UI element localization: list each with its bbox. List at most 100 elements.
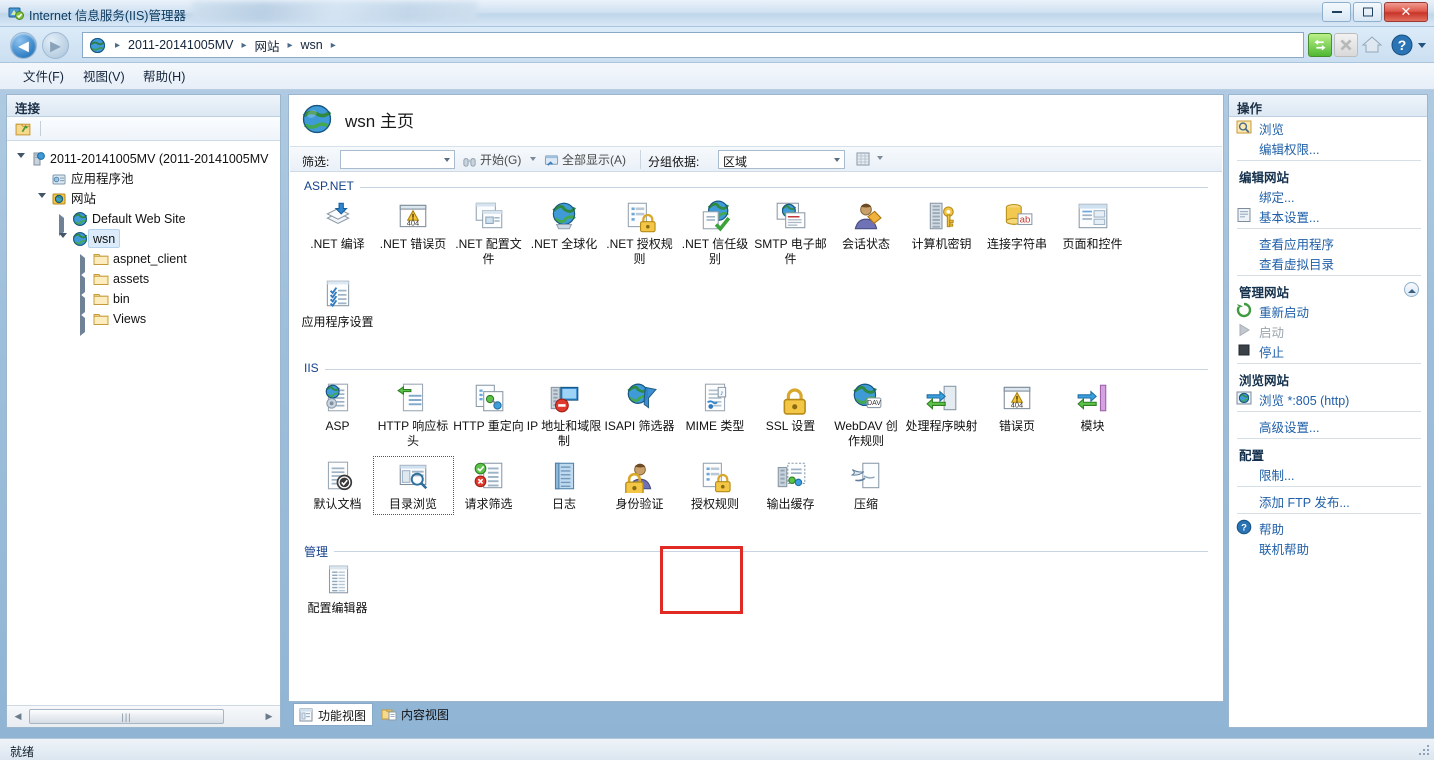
tree-node-wsn[interactable]: wsn: [7, 229, 280, 252]
session-state-icon: [849, 199, 883, 233]
back-button[interactable]: ◀: [10, 32, 37, 59]
breadcrumb[interactable]: ▸ 2011-20141005MV ▸ 网站 ▸ wsn ▸: [82, 32, 1304, 58]
resize-grip[interactable]: [1417, 743, 1431, 757]
tab-features-view[interactable]: 功能视图: [293, 703, 374, 726]
tree-node-2011-20141005MV[interactable]: 2011-20141005MV (2011-20141005MV: [7, 149, 280, 172]
feature-tile[interactable]: 配置编辑器: [300, 563, 375, 616]
minimize-button[interactable]: [1322, 2, 1351, 22]
feature-tile[interactable]: DAV WebDAV 创作规则: [829, 381, 904, 449]
action-item[interactable]: 高级设置...: [1229, 415, 1427, 435]
close-button[interactable]: ✕: [1384, 2, 1428, 22]
refresh-icon[interactable]: [1308, 33, 1332, 57]
action-item[interactable]: 重新启动: [1229, 300, 1427, 320]
filter-input[interactable]: [340, 150, 455, 169]
tree-node-Default[interactable]: Default Web Site: [7, 209, 280, 236]
feature-tile[interactable]: 输出缓存: [753, 459, 828, 512]
go-button[interactable]: 开始(G): [462, 151, 521, 169]
feature-tile[interactable]: ISAPI 筛选器: [602, 381, 677, 434]
maximize-button[interactable]: [1353, 2, 1382, 22]
tree-node-bin[interactable]: bin: [7, 289, 280, 316]
feature-tile[interactable]: IP 地址和域限制: [527, 381, 602, 449]
iis-app-icon: [8, 7, 24, 20]
scrollbar-thumb[interactable]: |||: [29, 709, 224, 724]
feature-tile[interactable]: HTTP 响应标头: [376, 381, 451, 449]
forward-button[interactable]: ▶: [42, 32, 69, 59]
tab-content-view[interactable]: 内容视图: [377, 703, 455, 726]
action-label: 编辑权限...: [1259, 143, 1320, 157]
tree-node-assets[interactable]: assets: [7, 269, 280, 296]
feature-tile[interactable]: 模块: [1055, 381, 1130, 434]
feature-tile[interactable]: 身份验证: [602, 459, 677, 512]
tree-node-aspnet_client[interactable]: aspnet_client: [7, 249, 280, 276]
action-item[interactable]: 浏览 *:805 (http): [1229, 388, 1427, 408]
feature-tile[interactable]: HTTP 重定向: [451, 381, 526, 434]
horizontal-scrollbar[interactable]: ◀ ||| ▶: [7, 705, 280, 727]
feature-tile[interactable]: 页面和控件: [1055, 199, 1130, 252]
feature-tile[interactable]: 处理程序映射: [904, 381, 979, 434]
tree-node-Views[interactable]: Views: [7, 309, 280, 336]
feature-tile[interactable]: 压缩: [829, 459, 904, 512]
breadcrumb-item-sites[interactable]: 网站: [252, 36, 281, 55]
feature-tile[interactable]: ASP: [300, 381, 375, 434]
chevron-down-icon[interactable]: [1418, 43, 1426, 48]
feature-tile[interactable]: .NET 编译: [300, 199, 375, 252]
feature-tile[interactable]: 目录浏览: [372, 456, 454, 515]
tree-node-应用程序池[interactable]: 应用程序池: [7, 169, 280, 189]
view-mode-button[interactable]: [855, 151, 884, 169]
show-all-button[interactable]: 全部显示(A): [544, 151, 626, 169]
actions-group-title: 浏览网站: [1239, 374, 1290, 388]
action-label: 查看应用程序: [1259, 238, 1335, 252]
feature-tile[interactable]: 会话状态: [829, 199, 904, 252]
feature-tile[interactable]: 日志: [527, 459, 602, 512]
action-item[interactable]: 限制...: [1229, 463, 1427, 483]
feature-tile[interactable]: 授权规则: [678, 459, 753, 512]
connections-tree[interactable]: 2011-20141005MV (2011-20141005MV 应用程序池 网站 D…: [7, 142, 280, 704]
action-item[interactable]: 查看应用程序: [1229, 232, 1427, 252]
action-item[interactable]: 绑定...: [1229, 185, 1427, 205]
feature-tile[interactable]: 404 错误页: [980, 381, 1055, 434]
action-item[interactable]: 编辑权限...: [1229, 137, 1427, 157]
go-dropdown-chevron-icon[interactable]: [530, 157, 536, 161]
breadcrumb-item-wsn[interactable]: wsn: [299, 38, 325, 52]
help-icon[interactable]: ?: [1390, 33, 1414, 57]
add-connection-icon[interactable]: [15, 120, 32, 137]
feature-tile[interactable]: 404 .NET 错误页: [376, 199, 451, 252]
feature-tile[interactable]: .NET 信任级别: [678, 199, 753, 267]
menu-view[interactable]: 视图(V): [74, 68, 134, 86]
feature-label: ASP: [325, 419, 350, 433]
action-item[interactable]: 停止: [1229, 340, 1427, 360]
feature-tile[interactable]: .NET 授权规则: [602, 199, 677, 267]
action-item[interactable]: 查看虚拟目录: [1229, 252, 1427, 272]
action-item[interactable]: ? 帮助: [1229, 517, 1427, 537]
feature-tile[interactable]: SSL 设置: [753, 381, 828, 434]
feature-tile[interactable]: 默认文档: [300, 459, 375, 512]
breadcrumb-item-server[interactable]: 2011-20141005MV: [126, 38, 235, 52]
action-item[interactable]: 添加 FTP 发布...: [1229, 490, 1427, 510]
menu-help[interactable]: 帮助(H): [134, 68, 194, 86]
feature-tile[interactable]: .NET 配置文件: [451, 199, 526, 267]
feature-tile[interactable]: 请求筛选: [451, 459, 526, 512]
actions-group-header[interactable]: 管理网站: [1229, 279, 1427, 300]
action-item[interactable]: 基本设置...: [1229, 205, 1427, 225]
chevron-up-icon[interactable]: [1404, 282, 1419, 297]
feature-tile[interactable]: ♪ MIME 类型: [678, 381, 753, 434]
home-icon[interactable]: [1360, 33, 1384, 57]
net-globalization-icon: [547, 199, 581, 233]
chevron-down-icon[interactable]: [444, 158, 450, 162]
chevron-down-icon[interactable]: [877, 156, 884, 160]
action-item[interactable]: 联机帮助: [1229, 537, 1427, 557]
tree-node-网站[interactable]: 网站: [7, 189, 280, 212]
group-by-select[interactable]: 区域: [718, 150, 845, 169]
scroll-right-arrow[interactable]: ▶: [261, 709, 277, 724]
expand-triangle-icon[interactable]: [80, 314, 85, 336]
feature-tile[interactable]: 计算机密钥: [904, 199, 979, 252]
menu-file[interactable]: 文件(F): [14, 68, 73, 86]
feature-tile[interactable]: .NET 全球化: [527, 199, 602, 252]
chevron-down-icon[interactable]: [834, 158, 840, 162]
stop-icon[interactable]: [1334, 33, 1358, 57]
feature-tile[interactable]: ab 连接字符串: [980, 199, 1055, 252]
action-item[interactable]: 浏览: [1229, 117, 1427, 137]
feature-tile[interactable]: 应用程序设置: [300, 277, 375, 330]
feature-tile[interactable]: SMTP 电子邮件: [753, 199, 828, 267]
scroll-left-arrow[interactable]: ◀: [10, 709, 26, 724]
